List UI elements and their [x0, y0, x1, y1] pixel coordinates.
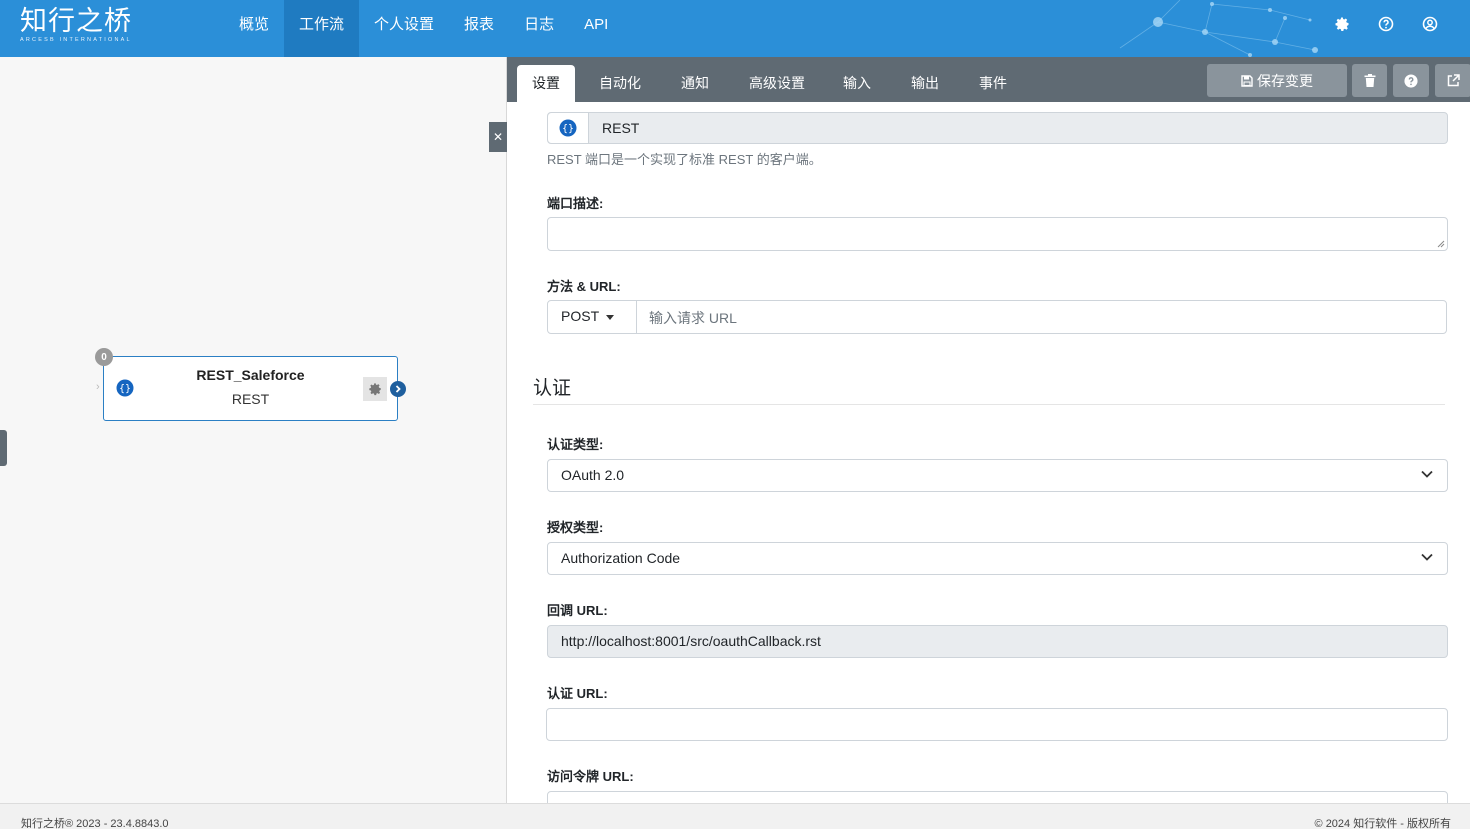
method-url-group: POST 输入请求 URL — [547, 300, 1447, 334]
external-link-icon — [1447, 74, 1460, 87]
access-token-url-input[interactable] — [547, 791, 1448, 803]
version-text: 知行之桥® 2023 - 23.4.8843.0 — [21, 818, 169, 829]
connector-type-value: REST — [602, 120, 640, 136]
tab-automation[interactable]: 自动化 — [588, 65, 652, 102]
node-type: REST — [231, 391, 270, 407]
method-value: POST — [561, 308, 600, 324]
gear-icon[interactable] — [1333, 15, 1351, 33]
auth-type-select[interactable]: OAuth 2.0 — [547, 459, 1448, 492]
method-url-label: 方法 & URL: — [547, 279, 621, 294]
node-name: REST_Saleforce — [196, 367, 305, 383]
tab-events[interactable]: 事件 — [965, 65, 1021, 102]
rest-icon: {} — [559, 119, 577, 137]
connector-type-icon-cell: {} — [548, 113, 589, 143]
nav-overview[interactable]: 概览 — [224, 0, 284, 57]
connector-help-text: REST 端口是一个实现了标准 REST 的客户端。 — [547, 152, 822, 167]
network-decoration — [1119, 0, 1318, 57]
save-changes-label: 保存变更 — [1257, 72, 1313, 89]
auth-section-title: 认证 — [533, 378, 572, 399]
tab-notifications[interactable]: 通知 — [667, 65, 723, 102]
app-logo[interactable]: 知行之桥 ARCESB INTERNATIONAL — [20, 6, 132, 43]
save-icon — [1241, 74, 1253, 87]
auth-url-input[interactable] — [546, 708, 1448, 741]
main-nav: 概览 工作流 个人设置 报表 日志 API — [224, 0, 623, 57]
sidebar-toggle-handle[interactable] — [0, 430, 7, 466]
delete-button[interactable] — [1352, 64, 1387, 97]
grant-type-value: Authorization Code — [561, 550, 681, 566]
node-count-badge: 0 — [95, 348, 113, 366]
logo-subtext: ARCESB INTERNATIONAL — [20, 37, 132, 43]
help-icon[interactable] — [1377, 15, 1395, 33]
callback-url-label: 回调 URL: — [547, 603, 608, 618]
callback-url-field[interactable]: http://localhost:8001/src/oauthCallback.… — [547, 625, 1448, 658]
tab-advanced[interactable]: 高级设置 — [737, 65, 817, 102]
request-url-input[interactable]: 输入请求 URL — [638, 301, 1446, 333]
grant-type-label: 授权类型: — [547, 520, 604, 535]
chevron-down-icon — [1421, 470, 1433, 478]
callback-url-value: http://localhost:8001/src/oauthCallback.… — [561, 633, 821, 649]
tab-output[interactable]: 输出 — [897, 65, 953, 102]
connector-type-field: {} REST — [547, 112, 1448, 144]
nav-api[interactable]: API — [569, 0, 623, 57]
top-navbar: 知行之桥 ARCESB INTERNATIONAL 概览 工作流 个人设置 报表… — [0, 0, 1470, 57]
open-external-button[interactable] — [1435, 64, 1470, 97]
auth-type-label: 认证类型: — [547, 437, 604, 452]
method-dropdown[interactable]: POST — [548, 301, 637, 333]
auth-type-value: OAuth 2.0 — [561, 467, 625, 483]
nav-workflow[interactable]: 工作流 — [284, 0, 360, 57]
connector-settings-panel: 设置 自动化 通知 高级设置 输入 输出 事件 保存变更 {} REST RES… — [507, 57, 1470, 803]
connector-node[interactable]: 0 › {} REST_Saleforce REST — [95, 348, 406, 421]
access-token-url-label: 访问令牌 URL: — [547, 769, 634, 784]
svg-text:{}: {} — [562, 124, 574, 135]
node-settings-gear-icon[interactable] — [363, 377, 387, 401]
copyright-text: © 2024 知行软件 - 版权所有 — [1314, 818, 1451, 829]
close-panel-button[interactable]: ✕ — [489, 122, 507, 152]
tab-input[interactable]: 输入 — [829, 65, 885, 102]
request-url-placeholder: 输入请求 URL — [649, 310, 737, 326]
section-divider — [533, 404, 1445, 405]
workflow-canvas[interactable]: ✕ 0 › {} REST_Saleforce REST — [0, 57, 507, 803]
save-changes-button[interactable]: 保存变更 — [1207, 64, 1347, 97]
chevron-down-icon — [1421, 553, 1433, 561]
input-port-icon[interactable]: › — [96, 381, 100, 393]
nav-logs[interactable]: 日志 — [509, 0, 569, 57]
output-port-chevron-icon[interactable] — [390, 381, 406, 397]
port-description-label: 端口描述: — [547, 196, 604, 211]
tab-settings[interactable]: 设置 — [517, 65, 575, 102]
help-icon — [1404, 73, 1418, 88]
footer: 知行之桥® 2023 - 23.4.8843.0 © 2024 知行软件 - 版… — [0, 803, 1470, 829]
settings-tabbar: 设置 自动化 通知 高级设置 输入 输出 事件 保存变更 — [507, 57, 1470, 102]
nav-profile-settings[interactable]: 个人设置 — [359, 0, 449, 57]
help-button[interactable] — [1393, 64, 1429, 97]
user-icon[interactable] — [1421, 15, 1439, 33]
trash-icon — [1364, 74, 1375, 87]
logo-text: 知行之桥 — [20, 6, 132, 37]
auth-url-label: 认证 URL: — [547, 686, 608, 701]
caret-down-icon — [606, 315, 614, 320]
nav-reports[interactable]: 报表 — [449, 0, 509, 57]
grant-type-select[interactable]: Authorization Code — [547, 542, 1448, 575]
port-description-textarea[interactable] — [547, 217, 1448, 251]
resize-handle-icon — [1437, 240, 1445, 248]
